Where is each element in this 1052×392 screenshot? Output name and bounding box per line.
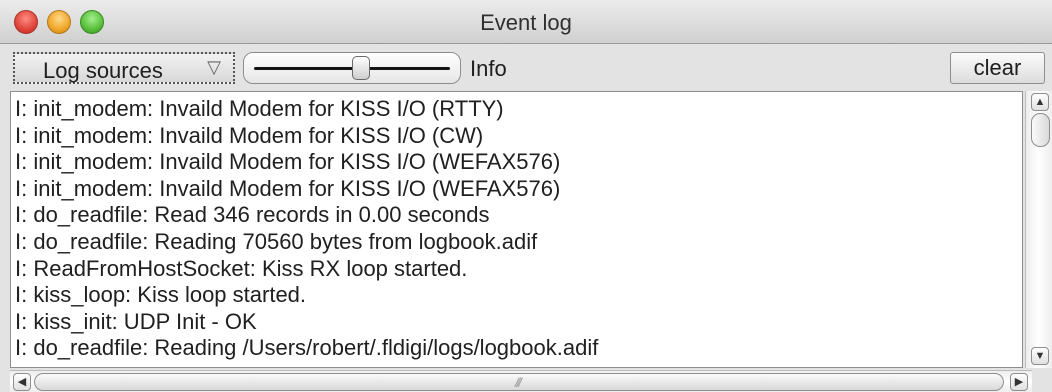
log-level-slider[interactable] bbox=[243, 52, 461, 84]
log-line: I: kiss_loop: Kiss loop started. bbox=[15, 282, 307, 308]
slider-thumb[interactable] bbox=[351, 56, 370, 80]
log-sources-label: Log sources bbox=[43, 58, 163, 83]
log-lines: I: init_modem: Invaild Modem for KISS I/… bbox=[15, 96, 1022, 362]
toolbar: Log sources ▽ Info clear bbox=[0, 44, 1052, 89]
log-line: I: do_readfile: Read 346 records in 0.00… bbox=[15, 202, 490, 228]
clear-button[interactable]: clear bbox=[950, 52, 1045, 84]
vertical-scrollbar[interactable]: ▲ ▼ bbox=[1025, 91, 1052, 368]
log-line: I: ReadFromHostSocket: Kiss RX loop star… bbox=[15, 255, 468, 281]
scroll-up-arrow-icon[interactable]: ▲ bbox=[1031, 93, 1049, 111]
vertical-scroll-thumb[interactable] bbox=[1031, 113, 1050, 147]
log-line: I: kiss_init: UDP Init - OK bbox=[15, 308, 257, 334]
log-level-label: Info bbox=[470, 56, 507, 81]
log-line: I: do_readfile: Reading /Users/robert/.f… bbox=[15, 335, 599, 361]
title-bar: Event log bbox=[0, 0, 1052, 44]
scroll-right-arrow-icon[interactable]: ▶ bbox=[1010, 373, 1028, 391]
dropdown-triangle-icon: ▽ bbox=[207, 57, 221, 77]
log-line: I: init_modem: Invaild Modem for KISS I/… bbox=[15, 96, 504, 121]
event-log-window: Event log Log sources ▽ Info clear I: in… bbox=[0, 0, 1052, 392]
window-title: Event log bbox=[480, 10, 572, 35]
horizontal-scroll-thumb[interactable]: /// bbox=[34, 373, 1004, 391]
log-line: I: init_modem: Invaild Modem for KISS I/… bbox=[15, 122, 484, 148]
resize-grip-icon: /// bbox=[515, 375, 522, 390]
scroll-down-arrow-icon[interactable]: ▼ bbox=[1031, 347, 1049, 365]
scroll-left-arrow-icon[interactable]: ◀ bbox=[13, 373, 31, 391]
log-line: I: init_modem: Invaild Modem for KISS I/… bbox=[15, 149, 561, 175]
log-text-area[interactable]: I: init_modem: Invaild Modem for KISS I/… bbox=[10, 91, 1023, 368]
log-line: I: init_modem: Invaild Modem for KISS I/… bbox=[15, 175, 561, 201]
log-sources-dropdown[interactable]: Log sources ▽ bbox=[13, 52, 235, 84]
log-line: I: do_readfile: Reading 70560 bytes from… bbox=[15, 228, 538, 254]
horizontal-scrollbar[interactable]: ◀ /// ▶ bbox=[10, 370, 1032, 392]
